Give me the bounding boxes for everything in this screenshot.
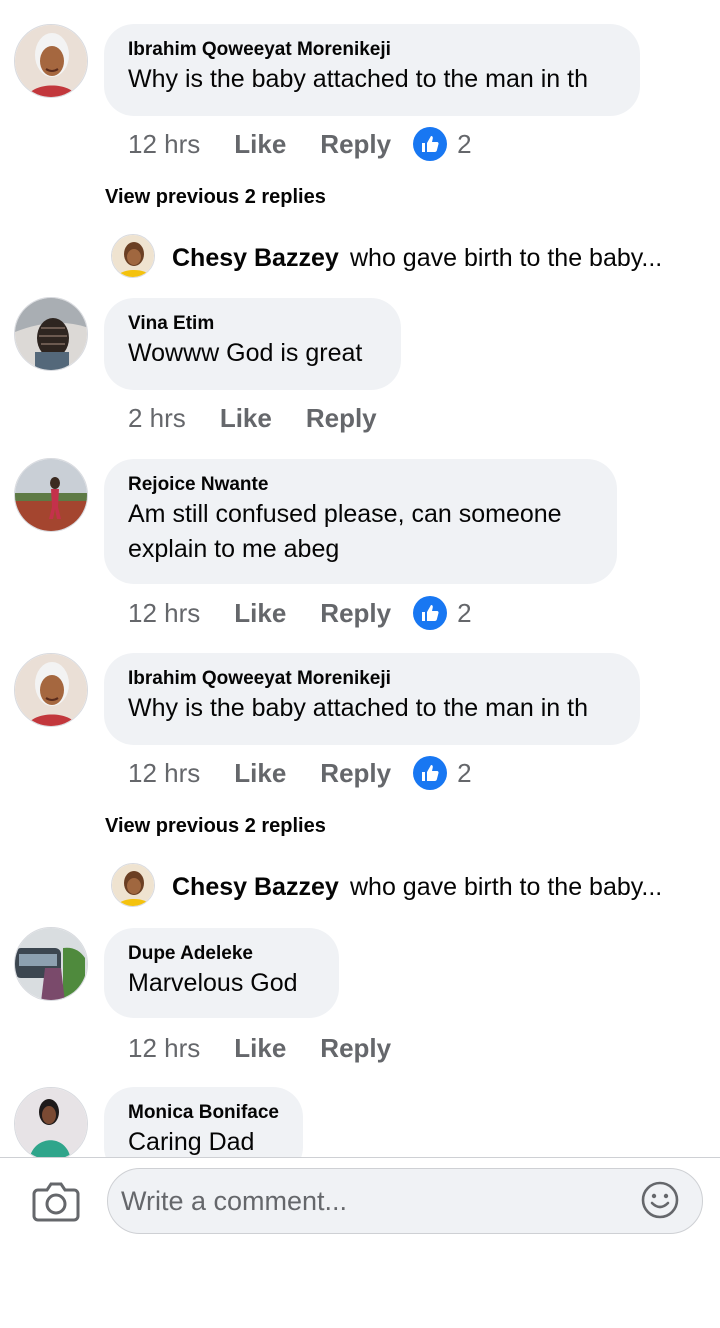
avatar[interactable] xyxy=(14,24,88,98)
comment-actions: 12 hrs Like Reply 2 xyxy=(128,753,472,793)
view-previous-replies[interactable]: View previous 2 replies xyxy=(105,184,326,210)
comment-thread: Ibrahim Qoweeyat Morenikeji Why is the b… xyxy=(0,0,720,1158)
avatar[interactable] xyxy=(14,1087,88,1158)
camera-icon[interactable] xyxy=(32,1178,80,1224)
comment-author[interactable]: Monica Boniface xyxy=(128,1101,279,1125)
avatar[interactable] xyxy=(111,234,155,278)
comment-composer xyxy=(0,1157,720,1328)
reaction-summary[interactable]: 2 xyxy=(413,596,472,630)
comment-bubble: Dupe Adeleke Marvelous God xyxy=(104,928,339,1018)
reaction-count: 2 xyxy=(457,128,472,159)
reaction-summary[interactable]: 2 xyxy=(413,127,472,161)
comment-input[interactable] xyxy=(107,1168,703,1234)
reaction-count: 2 xyxy=(457,757,472,788)
comment-time[interactable]: 12 hrs xyxy=(128,1033,200,1064)
reply-author[interactable]: Chesy Bazzey xyxy=(172,242,339,274)
comment-author[interactable]: Ibrahim Qoweeyat Morenikeji xyxy=(128,38,616,62)
comment-text: Am still confused please, can someone ex… xyxy=(128,500,562,563)
reply-button[interactable]: Reply xyxy=(320,598,391,629)
reply-preview[interactable]: Chesy Bazzey who gave birth to the baby.… xyxy=(0,863,720,913)
reply-author[interactable]: Chesy Bazzey xyxy=(172,871,339,903)
comment-time[interactable]: 2 hrs xyxy=(128,403,186,434)
emoji-icon[interactable] xyxy=(640,1180,680,1220)
comment-actions: 12 hrs Like Reply 2 xyxy=(128,593,472,633)
reply-button[interactable]: Reply xyxy=(306,403,377,434)
like-button[interactable]: Like xyxy=(234,129,286,160)
comment-text: Caring Dad xyxy=(128,1128,255,1156)
comment-bubble: Monica Boniface Caring Dad xyxy=(104,1087,303,1158)
comment-text: Why is the baby attached to the man in t… xyxy=(128,65,588,93)
reply-button[interactable]: Reply xyxy=(320,129,391,160)
reply-preview[interactable]: Chesy Bazzey who gave birth to the baby.… xyxy=(0,234,720,284)
comment-time[interactable]: 12 hrs xyxy=(128,598,200,629)
reply-text: who gave birth to the baby... xyxy=(350,873,663,901)
avatar[interactable] xyxy=(14,653,88,727)
comment-text: Wowww God is great xyxy=(128,339,363,367)
reaction-count: 2 xyxy=(457,597,472,628)
view-previous-replies[interactable]: View previous 2 replies xyxy=(105,813,326,839)
thumbs-up-icon xyxy=(413,127,448,161)
comment-time[interactable]: 12 hrs xyxy=(128,758,200,789)
avatar[interactable] xyxy=(14,297,88,371)
like-button[interactable]: Like xyxy=(234,758,286,789)
comment-bubble: Vina Etim Wowww God is great xyxy=(104,298,401,390)
like-button[interactable]: Like xyxy=(234,1033,286,1064)
comment-author[interactable]: Vina Etim xyxy=(128,312,377,336)
comment-actions: 12 hrs Like Reply 2 xyxy=(128,124,472,164)
thumbs-up-icon xyxy=(413,596,448,630)
comment-text: Why is the baby attached to the man in t… xyxy=(128,694,588,722)
comment-time[interactable]: 12 hrs xyxy=(128,129,200,160)
comment-bubble: Ibrahim Qoweeyat Morenikeji Why is the b… xyxy=(104,24,640,116)
avatar[interactable] xyxy=(111,863,155,907)
reaction-summary[interactable]: 2 xyxy=(413,756,472,790)
comment-actions: 12 hrs Like Reply xyxy=(128,1028,391,1068)
like-button[interactable]: Like xyxy=(234,598,286,629)
avatar[interactable] xyxy=(14,458,88,532)
reply-button[interactable]: Reply xyxy=(320,1033,391,1064)
thumbs-up-icon xyxy=(413,756,448,790)
reply-button[interactable]: Reply xyxy=(320,758,391,789)
comment-author[interactable]: Ibrahim Qoweeyat Morenikeji xyxy=(128,667,616,691)
like-button[interactable]: Like xyxy=(220,403,272,434)
reply-text: who gave birth to the baby... xyxy=(350,244,663,272)
comment-text: Marvelous God xyxy=(128,969,298,997)
comment-actions: 2 hrs Like Reply xyxy=(128,398,377,438)
comment-author[interactable]: Rejoice Nwante xyxy=(128,473,593,497)
comment-bubble: Ibrahim Qoweeyat Morenikeji Why is the b… xyxy=(104,653,640,745)
avatar[interactable] xyxy=(14,927,88,1001)
comment-author[interactable]: Dupe Adeleke xyxy=(128,942,315,966)
comment-bubble: Rejoice Nwante Am still confused please,… xyxy=(104,459,617,584)
